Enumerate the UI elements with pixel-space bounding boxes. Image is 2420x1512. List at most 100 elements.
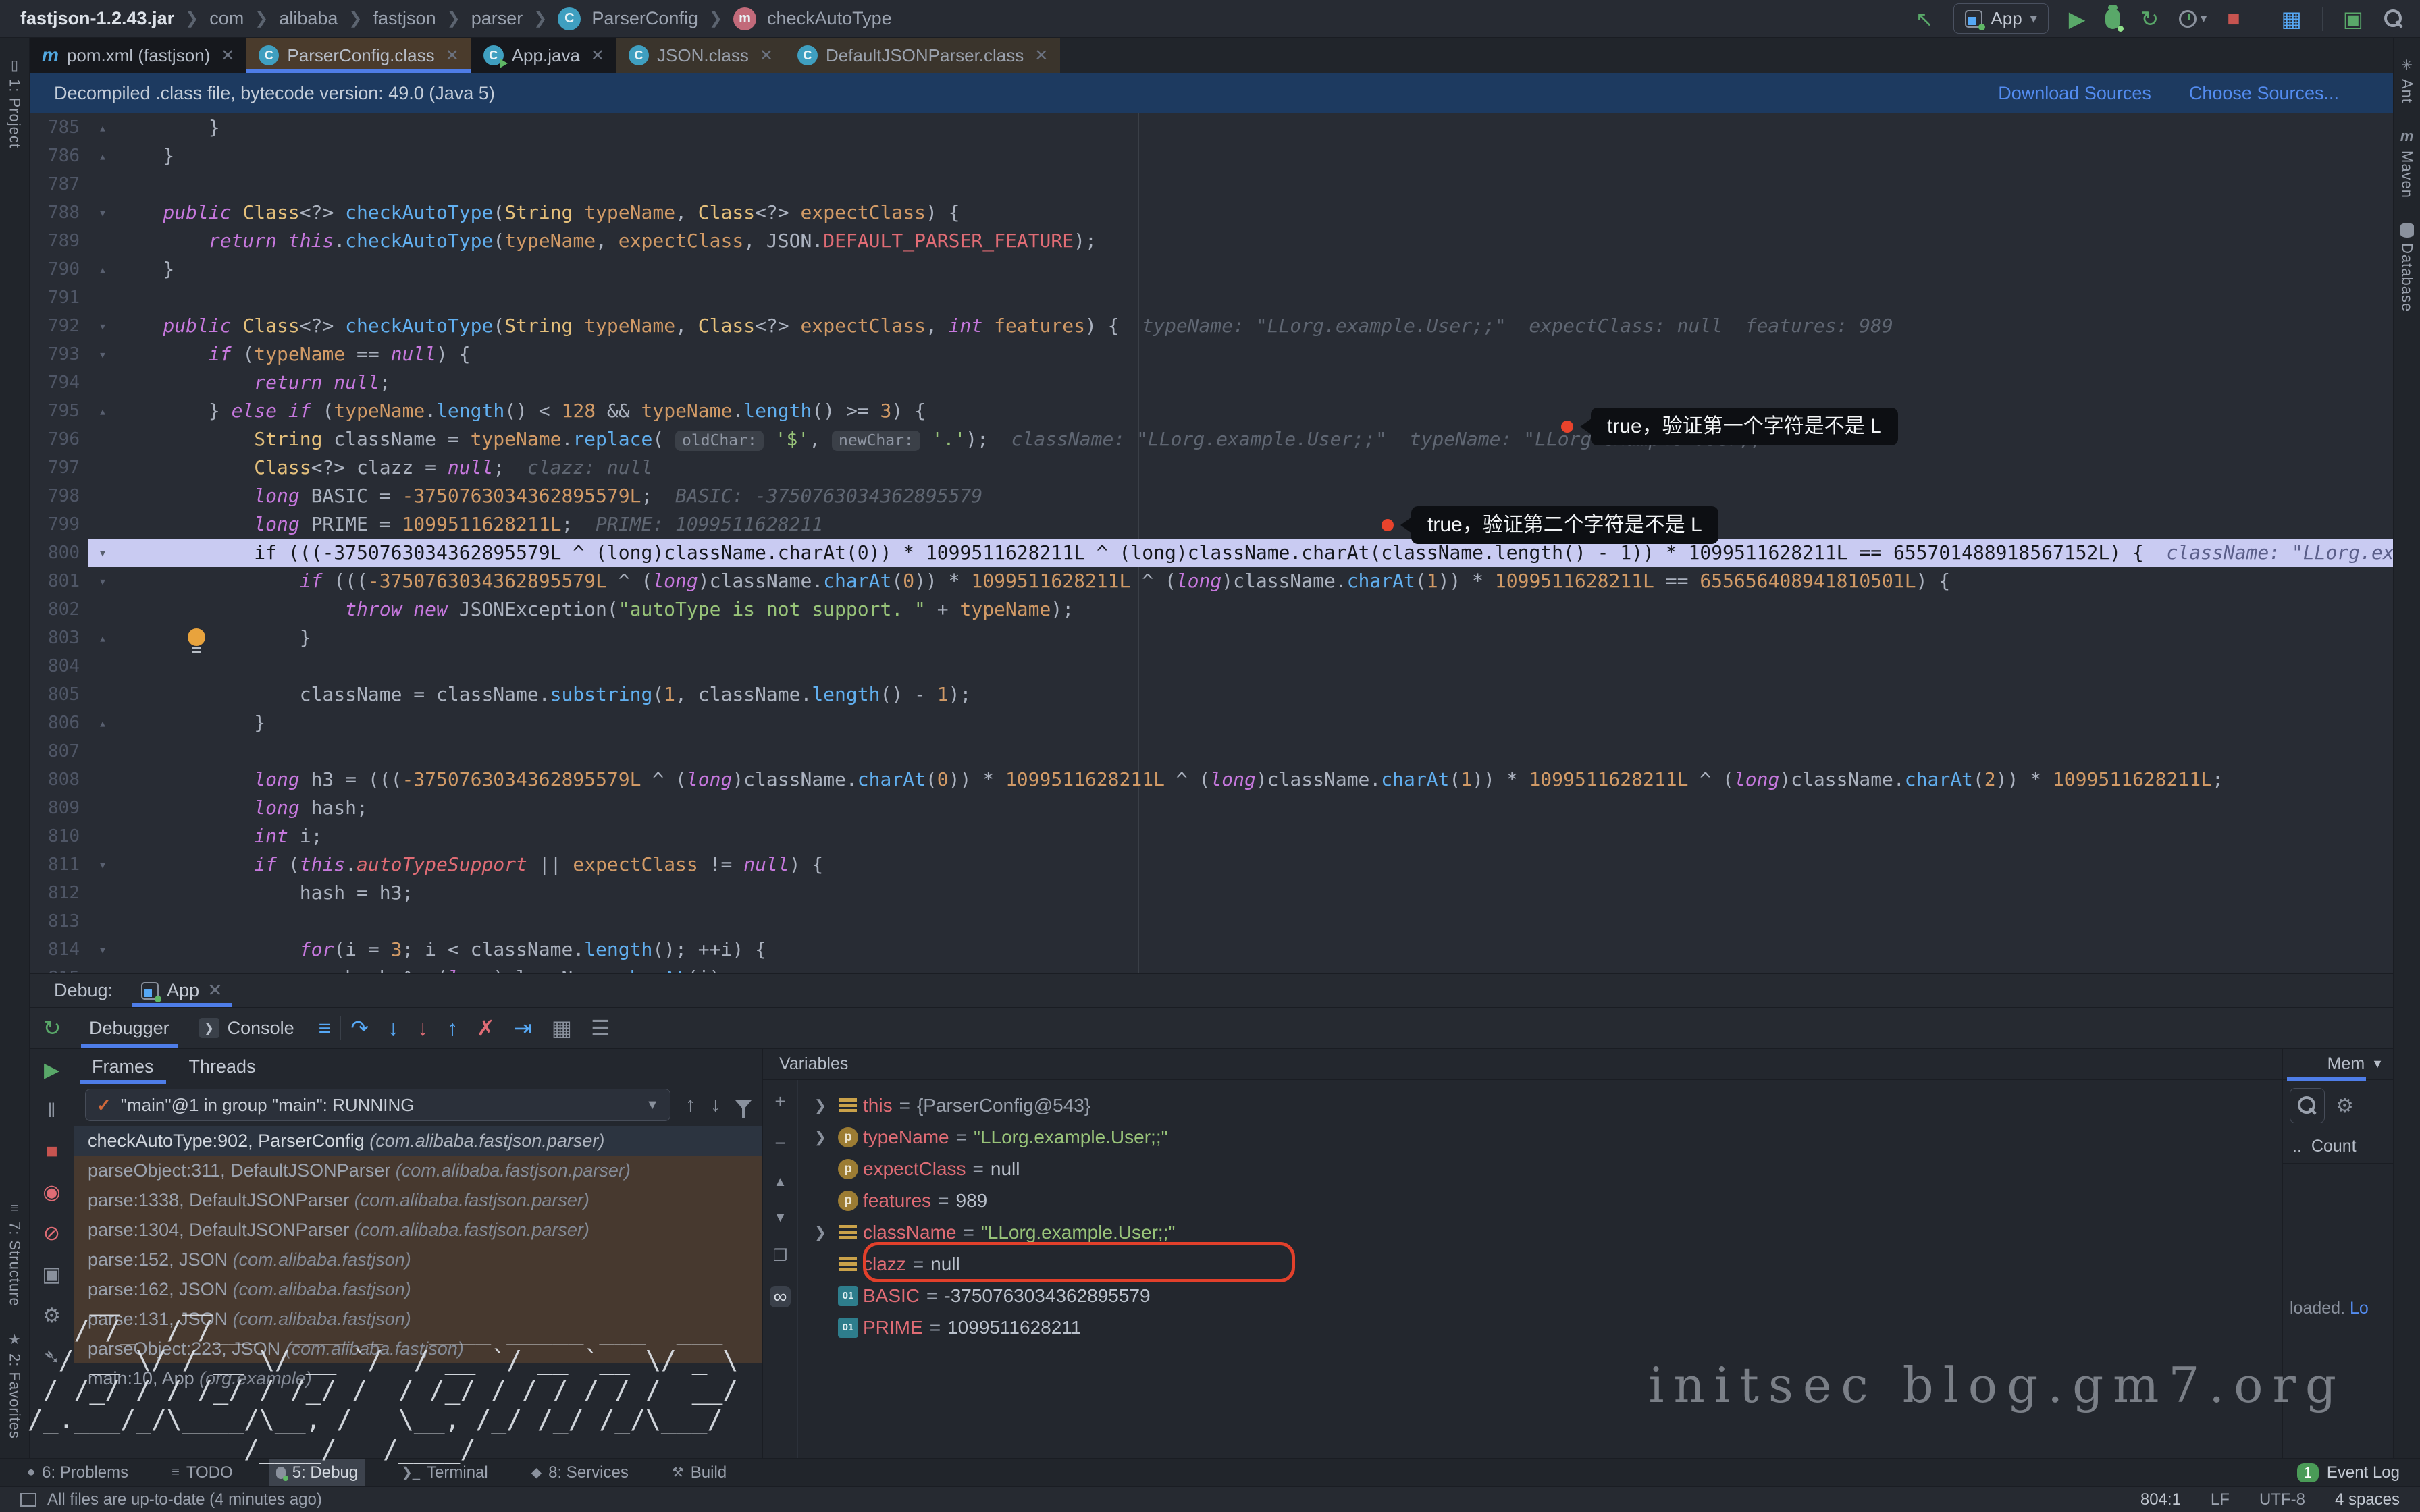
rerun-button[interactable]: ↻ (43, 1015, 61, 1041)
layout-icon[interactable]: ≡ (319, 1016, 332, 1041)
code-line[interactable]: 799 long PRIME = 1099511628211L; PRIME: … (30, 510, 2393, 539)
variable-row[interactable]: ❯this={ParserConfig@543} (798, 1089, 2282, 1121)
close-icon[interactable]: ✕ (221, 46, 234, 65)
next-frame-button[interactable]: ↓ (710, 1094, 720, 1116)
code-line[interactable]: 812 hash = h3; (30, 879, 2393, 907)
code-line[interactable]: 805 className = className.substring(1, c… (30, 680, 2393, 709)
add-watch-button[interactable]: + (774, 1091, 785, 1112)
code-line[interactable]: 800▾ if (((-3750763034362895579L ^ (long… (30, 539, 2393, 567)
code-line[interactable]: 798 long BASIC = -3750763034362895579L; … (30, 482, 2393, 510)
breadcrumb-item[interactable]: checkAutoType (767, 8, 892, 29)
fold-marker[interactable]: ▾ (88, 567, 117, 595)
close-icon[interactable]: ✕ (207, 980, 223, 1001)
fold-marker[interactable]: ▴ (88, 709, 117, 737)
code-line[interactable]: 797 Class<?> clazz = null; clazz: null (30, 454, 2393, 482)
sidebar-item-structure[interactable]: ≡ 7: Structure (6, 1201, 24, 1307)
stack-frame-row[interactable]: parse:152, JSON (com.alibaba.fastjson) (74, 1245, 762, 1274)
pause-button[interactable]: ‖ (47, 1100, 55, 1123)
hide-library-frames-filter[interactable] (735, 1100, 752, 1110)
fold-marker[interactable]: ▴ (88, 624, 117, 652)
step-out-button[interactable]: ↑ (447, 1016, 458, 1041)
code-line[interactable]: 795▴ } else if (typeName.length() < 128 … (30, 397, 2393, 425)
watch-return-values-toggle[interactable]: ∞ (770, 1286, 791, 1307)
tab-threads[interactable]: Threads (172, 1049, 273, 1084)
settings-layout-icon[interactable]: ☰ (591, 1015, 610, 1041)
memory-search-button[interactable] (2290, 1088, 2325, 1123)
code-line[interactable]: 806▴ } (30, 709, 2393, 737)
run-to-cursor-button[interactable]: ⇥ (514, 1015, 532, 1041)
close-icon[interactable]: ✕ (760, 46, 773, 65)
editor-tab[interactable]: CDefaultJSONParser.class✕ (785, 38, 1060, 73)
variable-row[interactable]: 01PRIME=1099511628211 (798, 1312, 2282, 1343)
code-editor[interactable]: 785▴ }786▴ }787788▾ public Class<?> chec… (30, 113, 2393, 973)
stack-frame-row[interactable]: checkAutoType:902, ParserConfig (com.ali… (74, 1126, 762, 1156)
line-ending[interactable]: LF (2211, 1490, 2230, 1509)
debug-session-tab[interactable]: App ✕ (132, 974, 232, 1007)
stack-frame-row[interactable]: parseObject:223, JSON (com.alibaba.fastj… (74, 1334, 762, 1364)
expand-chevron-icon[interactable]: ❯ (808, 1129, 833, 1146)
code-line[interactable]: 792▾ public Class<?> checkAutoType(Strin… (30, 312, 2393, 340)
editor-tab[interactable]: mpom.xml (fastjson)✕ (30, 38, 246, 73)
step-into-button[interactable]: ↓ (388, 1016, 398, 1041)
fold-marker[interactable]: ▴ (88, 397, 117, 425)
breadcrumb-item[interactable]: alibaba (279, 8, 338, 29)
event-log[interactable]: 1Event Log (2297, 1463, 2400, 1482)
code-line[interactable]: 801▾ if (((-3750763034362895579L ^ (long… (30, 567, 2393, 595)
stack-frame-row[interactable]: main:10, App (org.example) (74, 1364, 762, 1393)
code-line[interactable]: 790▴ } (30, 255, 2393, 284)
duplicate-watch-button[interactable]: ❐ (773, 1246, 788, 1266)
editor-tab[interactable]: CApp.java✕ (471, 38, 616, 73)
variable-row[interactable]: 01BASIC=-3750763034362895579 (798, 1280, 2282, 1312)
move-up-button[interactable]: ▲ (774, 1174, 787, 1190)
close-icon[interactable]: ✕ (1034, 46, 1048, 65)
fold-marker[interactable]: ▴ (88, 255, 117, 284)
run-config-select[interactable]: App ▾ (1953, 3, 2048, 34)
toolwindow-button--debug[interactable]: 5: Debug (269, 1459, 365, 1486)
resume-button[interactable]: ▶ (44, 1058, 59, 1082)
code-line[interactable]: 788▾ public Class<?> checkAutoType(Strin… (30, 198, 2393, 227)
tab-debugger[interactable]: Debugger (74, 1008, 184, 1048)
stack-frame-row[interactable]: parse:162, JSON (com.alibaba.fastjson) (74, 1274, 762, 1304)
variable-row[interactable]: pexpectClass=null (798, 1153, 2282, 1185)
download-sources-link[interactable]: Download Sources (1998, 83, 2151, 104)
code-line[interactable]: 807 (30, 737, 2393, 765)
sidebar-item-favorites[interactable]: ★ 2: Favorites (6, 1331, 24, 1439)
back-arrow-icon[interactable]: ↖ (1916, 6, 1934, 32)
debug-settings-button[interactable]: ⚙ (43, 1304, 61, 1328)
breadcrumb-item[interactable]: fastjson-1.2.43.jar (20, 8, 174, 29)
run-button[interactable]: ▶ (2069, 6, 2086, 32)
stop-button[interactable]: ■ (2227, 6, 2240, 31)
caret-position[interactable]: 804:1 (2140, 1490, 2181, 1509)
sidebar-item-maven[interactable]: mMaven (2398, 128, 2416, 198)
memory-settings-button[interactable]: ⚙ (2336, 1094, 2354, 1118)
debug-button[interactable] (2105, 9, 2120, 29)
code-line[interactable]: 814▾ for(i = 3; i < className.length(); … (30, 936, 2393, 964)
pin-tab-button[interactable]: ➴ (43, 1345, 60, 1369)
stack-frame-row[interactable]: parseObject:311, DefaultJSONParser (com.… (74, 1156, 762, 1185)
fold-marker[interactable]: ▾ (88, 539, 117, 567)
code-line[interactable]: 787 (30, 170, 2393, 198)
intention-bulb-icon[interactable] (188, 628, 205, 646)
editor-tab[interactable]: CJSON.class✕ (616, 38, 785, 73)
tab-console[interactable]: ❯Console (184, 1008, 309, 1048)
sidebar-item-database[interactable]: Database (2398, 223, 2416, 312)
code-line[interactable]: 815 hash ^= (long)className.charAt(i); (30, 964, 2393, 973)
breadcrumb-item[interactable]: com (209, 8, 244, 29)
stop-process-button[interactable]: ■ (45, 1140, 57, 1163)
toolwindow-button-todo[interactable]: ≡TODO (165, 1459, 240, 1486)
sidebar-item-ant[interactable]: ✳Ant (2398, 57, 2416, 103)
toolwindow-button--services[interactable]: ◆8: Services (525, 1459, 635, 1486)
close-icon[interactable]: ✕ (591, 46, 604, 65)
stack-frame-row[interactable]: parse:1304, DefaultJSONParser (com.aliba… (74, 1215, 762, 1245)
fold-marker[interactable]: ▾ (88, 850, 117, 879)
thread-selector[interactable]: ✓ "main"@1 in group "main": RUNNING ▼ (85, 1089, 670, 1121)
variable-row[interactable]: ❯className="LLorg.example.User;;" (798, 1216, 2282, 1248)
code-line[interactable]: 804 (30, 652, 2393, 680)
toolwindow-button-terminal[interactable]: ❯_Terminal (394, 1459, 495, 1486)
code-line[interactable]: 789 return this.checkAutoType(typeName, … (30, 227, 2393, 255)
profiler-button[interactable]: ▾ (2179, 10, 2207, 28)
fold-marker[interactable]: ▴ (88, 113, 117, 142)
memory-col-count[interactable]: Count (2311, 1137, 2357, 1156)
indent-setting[interactable]: 4 spaces (2335, 1490, 2400, 1509)
open-recent-icon[interactable]: ▦ (2282, 6, 2302, 32)
